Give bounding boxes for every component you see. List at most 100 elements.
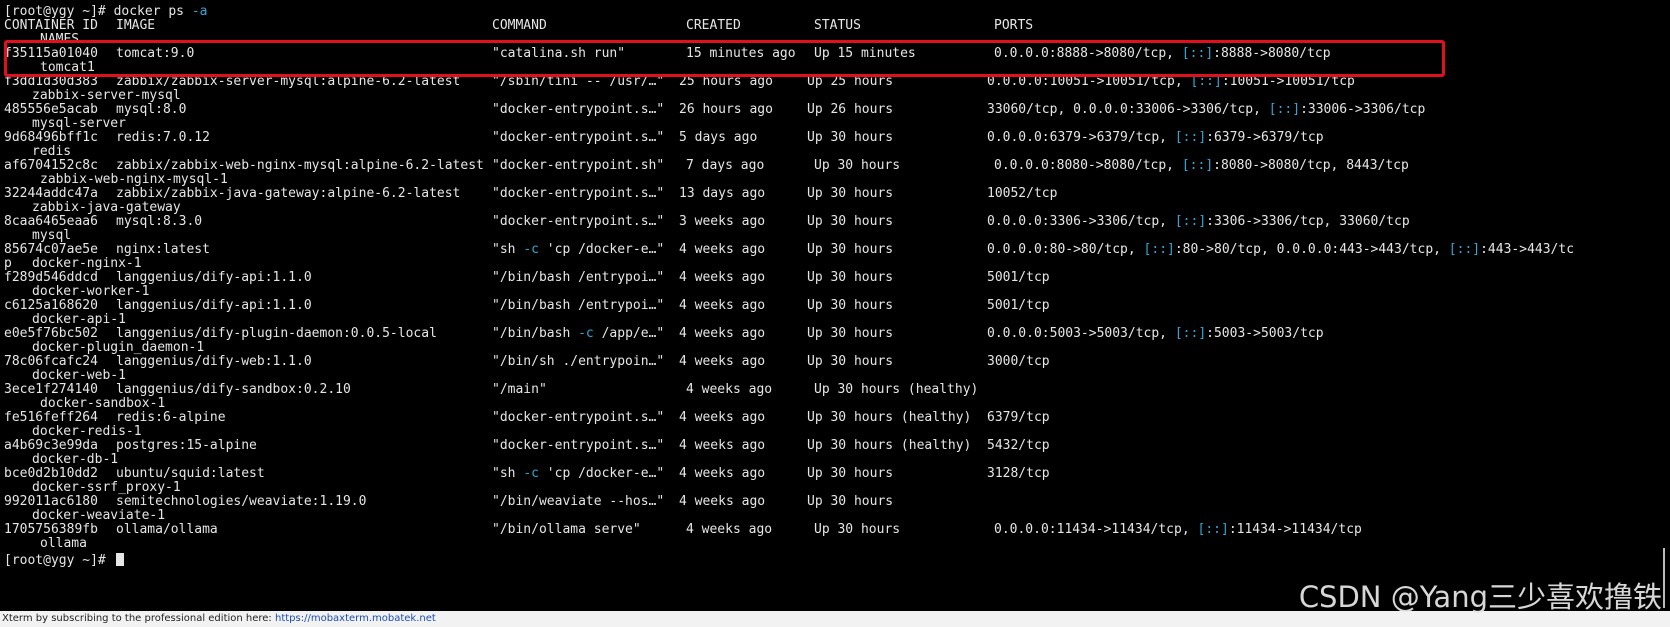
cell-ports: 0.0.0.0:3306->3306/tcp, [::]:3306->3306/…: [987, 214, 1410, 229]
cell-id: 485556e5acab: [4, 102, 98, 117]
text-cursor: [115, 553, 124, 566]
ipv6-token: [::]: [1190, 74, 1222, 89]
final-prompt: [root@ygy ~]#: [4, 553, 114, 568]
cell-id: bce0d2b10dd2: [4, 466, 98, 481]
option-token: -c: [523, 242, 539, 257]
cell-status: Up 15 minutes: [814, 46, 916, 61]
cell-name: mysql-server: [32, 116, 126, 131]
cell-status: Up 30 hours: [807, 326, 894, 341]
option-token: -c: [578, 326, 594, 341]
cell-command: "sh -c 'cp /docker-e…": [492, 242, 665, 257]
cell-image: redis:6-alpine: [116, 410, 226, 425]
names-header: NAMES: [40, 32, 80, 47]
footer-message: Xterm by subscribing to the professional…: [2, 611, 436, 627]
cell-name: zabbix-web-nginx-mysql-1: [40, 172, 228, 187]
cell-id: 85674c07ae5e: [4, 242, 98, 257]
cell-created: 7 days ago: [686, 158, 765, 173]
cell-image: ubuntu/squid:latest: [116, 466, 265, 481]
cell-created: 4 weeks ago: [679, 466, 766, 481]
cell-created: 4 weeks ago: [679, 438, 766, 453]
cell-created: 13 days ago: [679, 186, 766, 201]
cell-ports: 33060/tcp, 0.0.0.0:33006->3306/tcp, [::]…: [987, 102, 1426, 117]
cell-name: docker-sandbox-1: [40, 396, 166, 411]
cell-name: docker-weaviate-1: [32, 508, 166, 523]
cell-image: langgenius/dify-api:1.1.0: [116, 298, 312, 313]
cell-name: zabbix-java-gateway: [32, 200, 181, 215]
cell-status: Up 30 hours: [807, 270, 894, 285]
cell-command: "/bin/bash /entrypoi…": [492, 270, 665, 285]
ipv6-token: [::]: [1174, 326, 1207, 341]
cell-image: zabbix/zabbix-web-nginx-mysql:alpine-6.2…: [116, 158, 484, 173]
cell-status: Up 30 hours (healthy): [807, 438, 972, 453]
cell-image: mysql:8.3.0: [116, 214, 203, 229]
cell-status: Up 30 hours: [807, 354, 894, 369]
header-ports: PORTS: [994, 18, 1034, 33]
cell-command: "/bin/bash /entrypoi…": [492, 298, 665, 313]
cell-id: af6704152c8c: [4, 158, 98, 173]
cell-command: "/bin/bash -c /app/e…": [492, 326, 665, 341]
cell-created: 4 weeks ago: [679, 326, 766, 341]
cell-name: docker-redis-1: [32, 424, 142, 439]
cell-command: "docker-entrypoint.s…": [492, 214, 665, 229]
header-image: IMAGE: [116, 18, 156, 33]
cell-id: 992011ac6180: [4, 494, 98, 509]
cell-image: langgenius/dify-web:1.1.0: [116, 354, 312, 369]
ipv6-token: [::]: [1174, 214, 1207, 229]
cell-image: langgenius/dify-api:1.1.0: [116, 270, 312, 285]
cell-created: 15 minutes ago: [686, 46, 796, 61]
cell-status: Up 26 hours: [807, 102, 894, 117]
cell-image: postgres:15-alpine: [116, 438, 257, 453]
cell-command: "docker-entrypoint.s…": [492, 130, 665, 145]
cell-command: "/sbin/tini -- /usr/…": [492, 74, 665, 89]
cell-id: 9d68496bff1c: [4, 130, 98, 145]
cell-created: 4 weeks ago: [679, 354, 766, 369]
ipv6-token: [::]: [1174, 130, 1207, 145]
cell-created: 4 weeks ago: [679, 298, 766, 313]
cell-ports: 0.0.0.0:11434->11434/tcp, [::]:11434->11…: [994, 522, 1362, 537]
cell-command: "/bin/ollama serve": [492, 522, 641, 537]
cell-command: "/main": [492, 382, 547, 397]
cell-ports: 5432/tcp: [987, 438, 1050, 453]
csdn-watermark: CSDN @Yang三少喜欢撸铁: [1298, 580, 1662, 614]
cell-name: docker-plugin_daemon-1: [32, 340, 205, 355]
cell-ports: 0.0.0.0:10051->10051/tcp, [::]:10051->10…: [987, 74, 1355, 89]
cell-command: "docker-entrypoint.s…": [492, 186, 665, 201]
cell-name: tomcat1: [40, 60, 95, 75]
cell-name: mysql: [32, 228, 72, 243]
cell-id: f289d546ddcd: [4, 270, 98, 285]
cell-name: docker-db-1: [32, 452, 119, 467]
footer-link[interactable]: https://mobaxterm.mobatek.net: [275, 613, 436, 624]
ipv6-token: [::]: [1448, 242, 1481, 257]
cell-command: "catalina.sh run": [492, 46, 626, 61]
cell-ports: 0.0.0.0:5003->5003/tcp, [::]:5003->5003/…: [987, 326, 1324, 341]
terminal-window[interactable]: ────────────────────────────────────────…: [0, 0, 1670, 611]
cell-created: 4 weeks ago: [679, 270, 766, 285]
footer-text: Xterm by subscribing to the professional…: [2, 613, 275, 624]
cell-command: "/bin/weaviate --hos…": [492, 494, 665, 509]
cell-wrap: p: [4, 256, 12, 271]
cell-id: fe516feff264: [4, 410, 98, 425]
cell-image: zabbix/zabbix-server-mysql:alpine-6.2-la…: [116, 74, 461, 89]
cell-status: Up 25 hours: [807, 74, 894, 89]
cell-id: f3dd1d30d383: [4, 74, 98, 89]
option-token: -c: [523, 466, 539, 481]
cell-ports: 0.0.0.0:8888->8080/tcp, [::]:8888->8080/…: [994, 46, 1331, 61]
cell-id: 3ece1f274140: [4, 382, 98, 397]
cell-ports: 0.0.0.0:80->80/tcp, [::]:80->80/tcp, 0.0…: [987, 242, 1575, 257]
final-prompt-line[interactable]: [root@ygy ~]#: [4, 553, 124, 568]
ipv6-token: [::]: [1197, 522, 1229, 537]
cell-id: a4b69c3e99da: [4, 438, 98, 453]
option-token: -a: [191, 4, 208, 19]
cell-command: "docker-entrypoint.s…": [492, 102, 665, 117]
cell-status: Up 30 hours: [814, 522, 901, 537]
cell-created: 4 weeks ago: [679, 494, 766, 509]
cell-image: tomcat:9.0: [116, 46, 195, 61]
cell-status: Up 30 hours (healthy): [807, 410, 972, 425]
cell-status: Up 30 hours (healthy): [814, 382, 979, 397]
cell-name: docker-nginx-1: [32, 256, 142, 271]
cell-command: "/bin/sh ./entrypoin…": [492, 354, 665, 369]
cell-ports: 5001/tcp: [987, 298, 1050, 313]
cell-command: "docker-entrypoint.sh": [492, 158, 665, 173]
window-edge: [1663, 548, 1669, 608]
cell-name: docker-web-1: [32, 368, 126, 383]
